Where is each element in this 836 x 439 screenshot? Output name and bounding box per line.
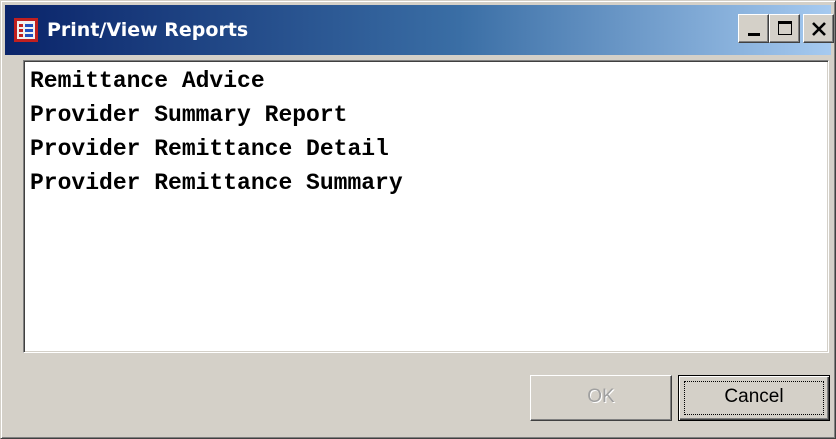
ok-button[interactable]: OK [530,375,672,421]
list-item[interactable]: Remittance Advice [30,63,265,99]
list-item[interactable]: Provider Remittance Summary [30,165,403,201]
report-app-icon [14,18,38,42]
list-item[interactable]: Provider Summary Report [30,97,347,133]
minimize-icon [748,33,760,36]
cancel-button[interactable]: Cancel [678,375,830,421]
close-button[interactable] [803,14,834,43]
maximize-icon [778,21,792,35]
maximize-button[interactable] [769,14,800,43]
print-view-reports-dialog: Print/View Reports Remittance Advice Pro… [0,0,836,439]
close-icon [812,22,826,36]
window-title: Print/View Reports [47,19,249,41]
list-item[interactable]: Provider Remittance Detail [30,131,389,167]
cancel-button-label: Cancel [724,386,784,407]
reports-listbox[interactable]: Remittance Advice Provider Summary Repor… [23,60,829,353]
minimize-button[interactable] [738,14,769,43]
title-bar[interactable]: Print/View Reports [5,5,834,55]
